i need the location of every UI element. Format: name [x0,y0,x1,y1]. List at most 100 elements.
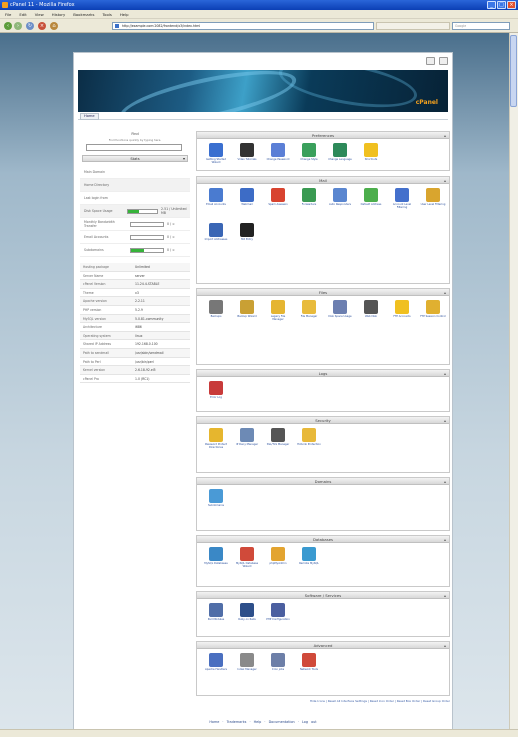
default-address-link[interactable]: Default Address [358,186,384,220]
index-manager-link[interactable]: Index Manager [234,651,260,685]
web-disk-link[interactable]: Web Disk [358,298,384,332]
getting-started-wizard-link[interactable]: Getting Started Wizard [203,141,229,175]
status-bar [0,729,518,737]
menu-edit[interactable]: Edit [19,10,26,18]
mysql-databases-link[interactable]: MySQL Databases [203,545,229,579]
spam-assassin-link[interactable]: Spam Assassin [265,186,291,220]
webmail-link[interactable]: Webmail [234,186,260,220]
hotlink-protection-link[interactable]: HotLink Protection [296,426,322,460]
ftp-session-control-icon [426,300,440,314]
close-button[interactable]: × [507,1,516,9]
panel-title[interactable]: Mail ▴ [197,177,449,184]
account-level-filtering-icon [395,188,409,202]
collapse-icon[interactable]: ▴ [444,478,446,485]
shortcuts-link[interactable]: Shortcuts [358,141,384,175]
collapse-icon[interactable]: ▾ [183,156,185,162]
collapse-icon[interactable]: ▴ [444,417,446,424]
find-input[interactable] [86,144,182,151]
menu-help[interactable]: Help [120,10,129,18]
collapse-icon[interactable]: ▴ [444,177,446,184]
stats-header[interactable]: Stats ▾ [82,155,188,162]
info-row: Operating system linux [80,331,190,341]
ftp-accounts-link[interactable]: FTP Accounts [389,298,415,332]
menu-history[interactable]: History [52,10,66,18]
breadcrumb-home[interactable]: Home [80,113,99,120]
subdomains-link[interactable]: Subdomains [203,487,229,521]
phpmyadmin-link[interactable]: phpMyAdmin [265,545,291,579]
search-input[interactable]: Google [452,22,510,30]
ftp-session-control-link[interactable]: FTP Session Control [420,298,446,332]
help-icon[interactable] [426,57,435,65]
ip-deny-manager-link[interactable]: IP Deny Manager [234,426,260,460]
panel-title[interactable]: Preferences ▴ [197,132,449,139]
ssl-tls-manager-link[interactable]: SSL/TLS Manager [265,426,291,460]
mx-entry-link[interactable]: MX Entry [234,221,260,255]
disk-space-usage-link[interactable]: Disk Space Usage [327,298,353,332]
backup-wizard-link[interactable]: Backup Wizard [234,298,260,332]
info-value: Unlimited [135,265,150,269]
go-area[interactable] [376,22,450,30]
icon-label: Getting Started Wizard [205,158,227,165]
forwarders-link[interactable]: Forwarders [296,186,322,220]
panel-title[interactable]: Files ▴ [197,289,449,296]
menu-tools[interactable]: Tools [102,10,111,18]
backup-wizard-icon [240,300,254,314]
forward-icon[interactable]: › [14,22,22,30]
legacy-file-manager-link[interactable]: Legacy File Manager [265,298,291,332]
home-icon[interactable]: ⌂ [50,22,58,30]
panel-title[interactable]: Domains ▴ [197,478,449,485]
maximize-button[interactable]: □ [497,1,506,9]
minimize-button[interactable]: _ [487,1,496,9]
panel-title[interactable]: Software / Services ▴ [197,592,449,599]
menu-view[interactable]: View [35,10,44,18]
info-key: Operating system [83,333,111,338]
footer-links[interactable]: Home · Trademarks · Help · Documentation… [74,720,452,724]
network-tools-link[interactable]: Network Tools [296,651,322,685]
collapse-icon[interactable]: ▴ [444,592,446,599]
back-icon[interactable]: ‹ [4,22,12,30]
menu-file[interactable]: File [5,10,11,18]
collapse-icon[interactable]: ▴ [444,132,446,139]
cron-jobs-link[interactable]: Cron jobs [265,651,291,685]
php-configuration-link[interactable]: PHP Configuration [265,601,291,635]
panel-title[interactable]: Advanced ▴ [197,642,449,649]
email-accounts-link[interactable]: Email Accounts [203,186,229,220]
file-manager-link[interactable]: File Manager [296,298,322,332]
ruby-on-rails-link[interactable]: Ruby on Rails [234,601,260,635]
address-bar[interactable]: http://example.com:2082/frontend/x3/inde… [112,22,374,30]
footer-strip[interactable]: Hide Icons | Reset All Interface Setting… [192,699,450,703]
mysql-database-wizard-link[interactable]: MySQL Database Wizard [234,545,260,579]
change-style-link[interactable]: Change Style [296,141,322,175]
change-language-link[interactable]: Change Language [327,141,353,175]
apache-handlers-link[interactable]: Apache Handlers [203,651,229,685]
reload-icon[interactable]: ↻ [26,22,34,30]
auto-responders-link[interactable]: Auto Responders [327,186,353,220]
logout-icon[interactable] [439,57,448,65]
scrollbar[interactable] [509,33,518,729]
error-log-link[interactable]: Error Log [203,379,229,413]
panel-title-text: Mail [319,178,327,183]
panel-title[interactable]: Security ▴ [197,417,449,424]
panel-title[interactable]: Databases ▴ [197,536,449,543]
backups-link[interactable]: Backups [203,298,229,332]
password-protect-directories-link[interactable]: Password Protect Directories [203,426,229,460]
panel-title[interactable]: Logs ▴ [197,370,449,377]
collapse-icon[interactable]: ▴ [444,642,446,649]
remote-mysql-link[interactable]: Remote MySQL [296,545,322,579]
perl-modules-link[interactable]: Perl Modules [203,601,229,635]
remote-mysql-icon [302,547,316,561]
menu-bookmarks[interactable]: Bookmarks [73,10,94,18]
change-password-link[interactable]: Change Password [265,141,291,175]
info-row: Shared IP Address 192.168.0.100 [80,340,190,349]
user-level-filtering-link[interactable]: User Level Filtering [420,186,446,220]
scrollbar-thumb[interactable] [510,35,517,107]
collapse-icon[interactable]: ▴ [444,289,446,296]
import-addresses-link[interactable]: Import Addresses [203,221,229,255]
video-tutorials-link[interactable]: Video Tutorials [234,141,260,175]
info-key: Hosting package [83,265,109,269]
collapse-icon[interactable]: ▴ [444,536,446,543]
collapse-icon[interactable]: ▴ [444,370,446,377]
stop-icon[interactable]: × [38,22,46,30]
account-level-filtering-link[interactable]: Account Level Filtering [389,186,415,220]
stats-value: 0 / ∞ [167,222,175,226]
